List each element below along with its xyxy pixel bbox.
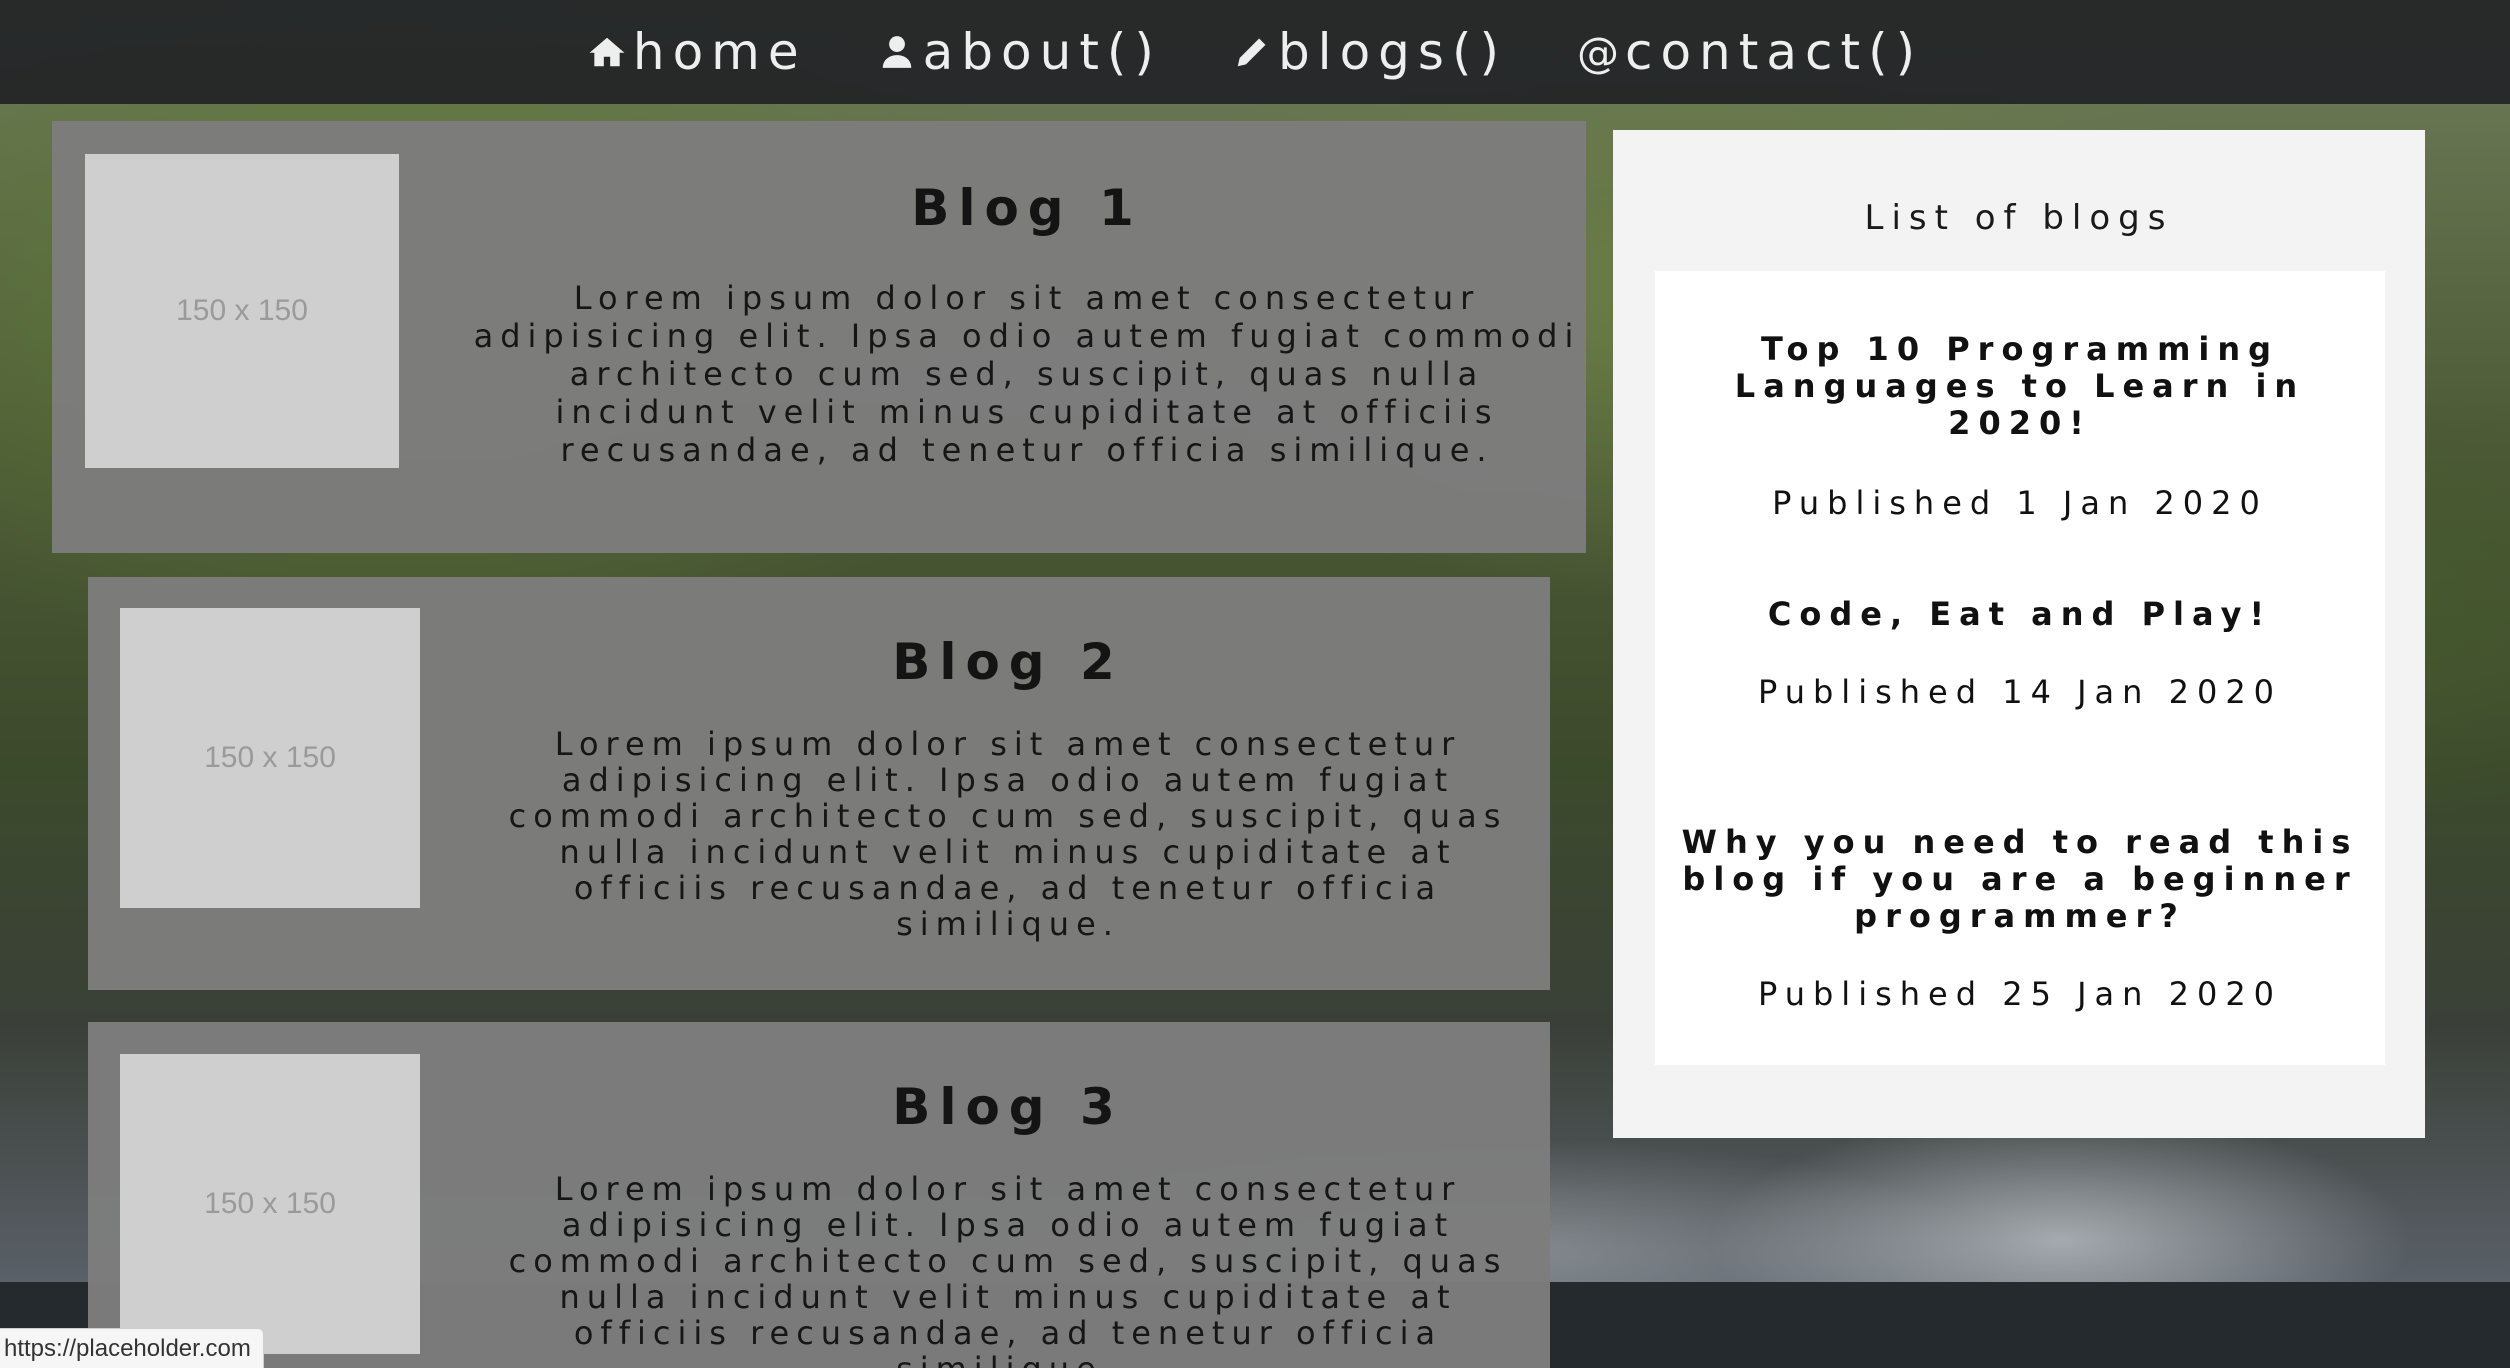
blog-thumbnail: 150 x 150 bbox=[120, 1054, 420, 1354]
blog-thumbnail: 150 x 150 bbox=[85, 154, 399, 468]
list-item[interactable]: Why you need to read this blog if you ar… bbox=[1655, 823, 2385, 1014]
list-item[interactable]: Code, Eat and Play! Published 14 Jan 202… bbox=[1655, 595, 2385, 712]
entry-title: Why you need to read this blog if you ar… bbox=[1681, 823, 2359, 935]
nav-blogs-label: blogs() bbox=[1277, 23, 1507, 81]
blog-title: Blog 1 bbox=[911, 179, 1143, 237]
at-icon: @ bbox=[1576, 27, 1619, 77]
nav-contact[interactable]: @ contact() bbox=[1573, 23, 1927, 81]
blog-excerpt: Lorem ipsum dolor sit amet consectetur a… bbox=[508, 1170, 1508, 1368]
blog-list-sidebar: List of blogs Top 10 Programming Languag… bbox=[1613, 130, 2425, 1138]
nav-contact-label: contact() bbox=[1624, 23, 1924, 81]
navbar: home about() blogs() @ contact() bbox=[0, 0, 2510, 104]
nav-home-label: home bbox=[632, 23, 807, 81]
blog-card: 150 x 150 Blog 1 Lorem ipsum dolor sit a… bbox=[52, 121, 1586, 553]
sidebar-heading: List of blogs bbox=[1864, 198, 2174, 238]
entry-title: Top 10 Programming Languages to Learn in… bbox=[1734, 330, 2306, 442]
entry-date: Published 25 Jan 2020 bbox=[1757, 975, 2283, 1013]
entry-date: Published 14 Jan 2020 bbox=[1757, 673, 2283, 711]
nav-blogs[interactable]: blogs() bbox=[1228, 23, 1511, 81]
pencil-icon bbox=[1232, 32, 1272, 72]
blog-list: Top 10 Programming Languages to Learn in… bbox=[1655, 271, 2385, 1065]
nav-home[interactable]: home bbox=[583, 23, 811, 81]
blog-title: Blog 2 bbox=[892, 633, 1124, 691]
nav-about[interactable]: about() bbox=[873, 23, 1166, 81]
entry-date: Published 1 Jan 2020 bbox=[1772, 484, 2268, 522]
blog-thumbnail: 150 x 150 bbox=[120, 608, 420, 908]
blog-card: 150 x 150 Blog 3 Lorem ipsum dolor sit a… bbox=[88, 1022, 1550, 1368]
blog-title: Blog 3 bbox=[892, 1078, 1124, 1136]
user-icon bbox=[877, 32, 917, 72]
blog-excerpt: Lorem ipsum dolor sit amet consectetur a… bbox=[508, 725, 1508, 943]
list-item[interactable]: Top 10 Programming Languages to Learn in… bbox=[1655, 330, 2385, 523]
entry-title: Code, Eat and Play! bbox=[1767, 595, 2273, 633]
blog-card: 150 x 150 Blog 2 Lorem ipsum dolor sit a… bbox=[88, 577, 1550, 990]
nav-about-label: about() bbox=[922, 23, 1162, 81]
home-icon bbox=[587, 32, 627, 72]
link-status-bar: https://placeholder.com bbox=[0, 1328, 264, 1368]
blog-excerpt: Lorem ipsum dolor sit amet consectetur a… bbox=[473, 279, 1581, 469]
